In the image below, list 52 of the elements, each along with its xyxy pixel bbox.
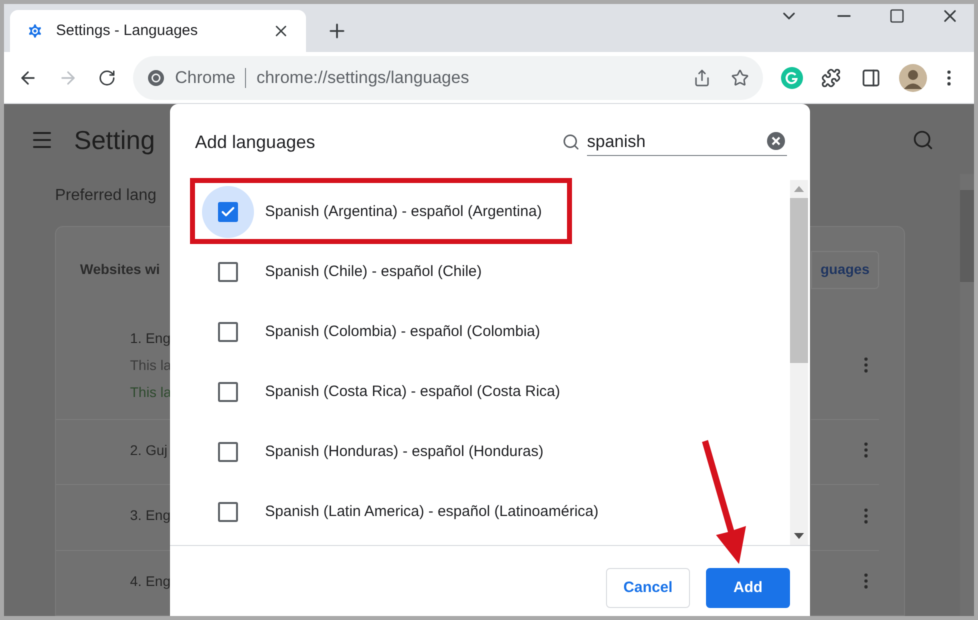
card-heading: Websites wi — [80, 260, 160, 279]
option-label: Spanish (Chile) - español (Chile) — [265, 262, 482, 282]
language-option[interactable]: Spanish (Latin America) - español (Latinoamérica) — [170, 482, 790, 542]
cancel-button[interactable]: Cancel — [606, 568, 690, 608]
option-label: Spanish (Argentina) - español (Argentina) — [265, 202, 542, 222]
site-label: Chrome — [175, 66, 236, 89]
option-label: Spanish (Costa Rica) - español (Costa Rica) — [265, 382, 560, 402]
language-label: 3. Eng — [130, 506, 171, 526]
url-text: chrome://settings/languages — [256, 66, 470, 89]
reload-icon[interactable] — [98, 68, 116, 86]
search-icon — [562, 133, 580, 151]
scrollbar-thumb[interactable] — [790, 198, 808, 363]
tab-title: Settings - Languages — [56, 20, 199, 41]
language-option[interactable]: Spanish (Honduras) - español (Honduras) — [170, 422, 790, 482]
side-panel-icon[interactable] — [861, 68, 881, 88]
list-scrollbar[interactable] — [790, 180, 808, 545]
scroll-down-icon[interactable] — [794, 533, 804, 539]
dialog-title: Add languages — [195, 130, 316, 154]
add-button[interactable]: Add — [706, 568, 790, 608]
language-option[interactable]: Spanish (Colombia) - español (Colombia) — [170, 302, 790, 362]
bookmark-star-icon[interactable] — [731, 68, 749, 86]
section-heading: Preferred lang — [55, 187, 156, 204]
checkbox[interactable] — [218, 322, 238, 342]
avatar-icon[interactable] — [899, 64, 927, 92]
browser-tab[interactable]: Settings - Languages — [10, 10, 306, 52]
checkbox[interactable] — [218, 262, 238, 282]
extensions-icon[interactable] — [821, 68, 841, 88]
language-label: 2. Guj — [130, 440, 168, 460]
language-label: 1. Eng — [130, 328, 171, 348]
clear-search-icon[interactable] — [767, 132, 785, 150]
option-label: Spanish (Honduras) - español (Honduras) — [265, 442, 544, 462]
search-field[interactable]: spanish — [587, 128, 787, 156]
search-icon[interactable] — [912, 129, 934, 151]
option-label: Spanish (Colombia) - español (Colombia) — [265, 322, 540, 342]
option-label: Spanish (Latin America) - español (Latinoamérica) — [265, 502, 598, 522]
address-bar[interactable]: Chrome chrome://settings/languages — [133, 56, 763, 100]
page-title: Setting — [74, 124, 155, 156]
chrome-logo-icon — [147, 68, 165, 86]
language-note: This la — [130, 382, 171, 402]
language-label: 4. Eng — [130, 572, 171, 591]
checkbox[interactable] — [218, 502, 238, 522]
checkbox[interactable] — [218, 442, 238, 462]
settings-icon — [26, 22, 44, 40]
language-option[interactable]: Spanish (Chile) - español (Chile) — [170, 242, 790, 302]
checkbox[interactable] — [218, 202, 238, 222]
checkbox[interactable] — [218, 382, 238, 402]
language-option[interactable]: Spanish (Costa Rica) - español (Costa Rica) — [170, 362, 790, 422]
maximize-icon[interactable] — [889, 8, 905, 24]
share-icon[interactable] — [693, 68, 711, 86]
page-scrollbar[interactable] — [960, 174, 974, 616]
scrollbar-thumb[interactable] — [960, 190, 974, 282]
language-option[interactable]: Spanish (Argentina) - español (Argentina) — [170, 182, 790, 242]
